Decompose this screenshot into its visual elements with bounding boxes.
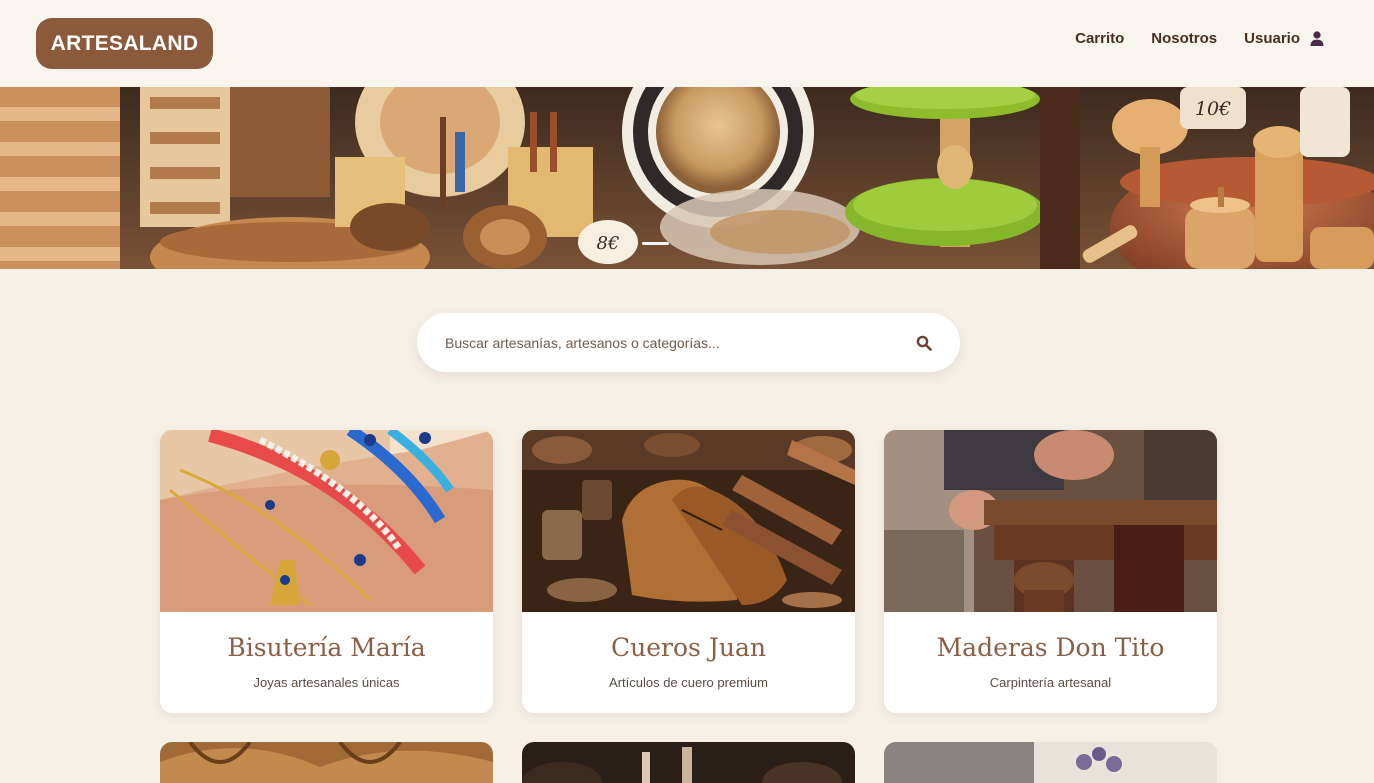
carousel-indicator[interactable]: [642, 242, 669, 245]
search-input[interactable]: [445, 334, 914, 351]
card-image-cueros: [522, 430, 855, 612]
nav-user-link[interactable]: Usuario: [1244, 30, 1324, 47]
hero-image: 8€ 10€: [0, 87, 1374, 269]
search-bar: [417, 313, 960, 372]
nav-cart-label: Carrito: [1075, 30, 1125, 47]
artisan-card-maderas[interactable]: Maderas Don Tito Carpintería artesanal: [884, 430, 1217, 713]
search-icon: [916, 335, 932, 351]
hero-price-tag-10: 10€: [1180, 87, 1246, 129]
site-header: ARTESALAND Carrito Nosotros Usuario: [0, 0, 1374, 87]
logo[interactable]: ARTESALAND: [36, 18, 213, 69]
nav-about-label: Nosotros: [1151, 30, 1218, 47]
card-image-maderas: [884, 430, 1217, 612]
nav-user-label: Usuario: [1244, 30, 1300, 47]
artisan-card-row2-3[interactable]: [884, 742, 1217, 783]
card-subtitle: Joyas artesanales únicas: [253, 675, 400, 690]
card-subtitle: Artículos de cuero premium: [609, 675, 768, 690]
nav-about-link[interactable]: Nosotros: [1151, 30, 1217, 47]
card-image-velas: [522, 742, 855, 783]
artisan-card-row2-1[interactable]: [160, 742, 493, 783]
hero-banner: 8€ 10€: [0, 87, 1374, 269]
artisan-card-bisuteria[interactable]: Bisutería María Joyas artesanales únicas: [160, 430, 493, 713]
main-nav: Carrito Nosotros Usuario: [1075, 30, 1324, 47]
card-subtitle: Carpintería artesanal: [989, 675, 1112, 690]
card-title: Maderas Don Tito: [936, 633, 1165, 662]
card-title: Bisutería María: [227, 633, 426, 662]
search-button[interactable]: [914, 333, 934, 353]
hero-price-10-text: 10€: [1195, 98, 1231, 120]
artisan-card-row2-2[interactable]: [522, 742, 855, 783]
hero-price-tag-8: 8€: [578, 220, 638, 264]
card-image-bisuteria: [160, 430, 493, 612]
card-image-cestas: [160, 742, 493, 783]
card-title: Cueros Juan: [611, 633, 766, 662]
hero-price-8-text: 8€: [597, 233, 620, 254]
nav-cart-link[interactable]: Carrito: [1075, 30, 1124, 47]
artisan-card-cueros[interactable]: Cueros Juan Artículos de cuero premium: [522, 430, 855, 713]
user-icon: [1310, 31, 1324, 46]
card-image-lavanda: [884, 742, 1217, 783]
